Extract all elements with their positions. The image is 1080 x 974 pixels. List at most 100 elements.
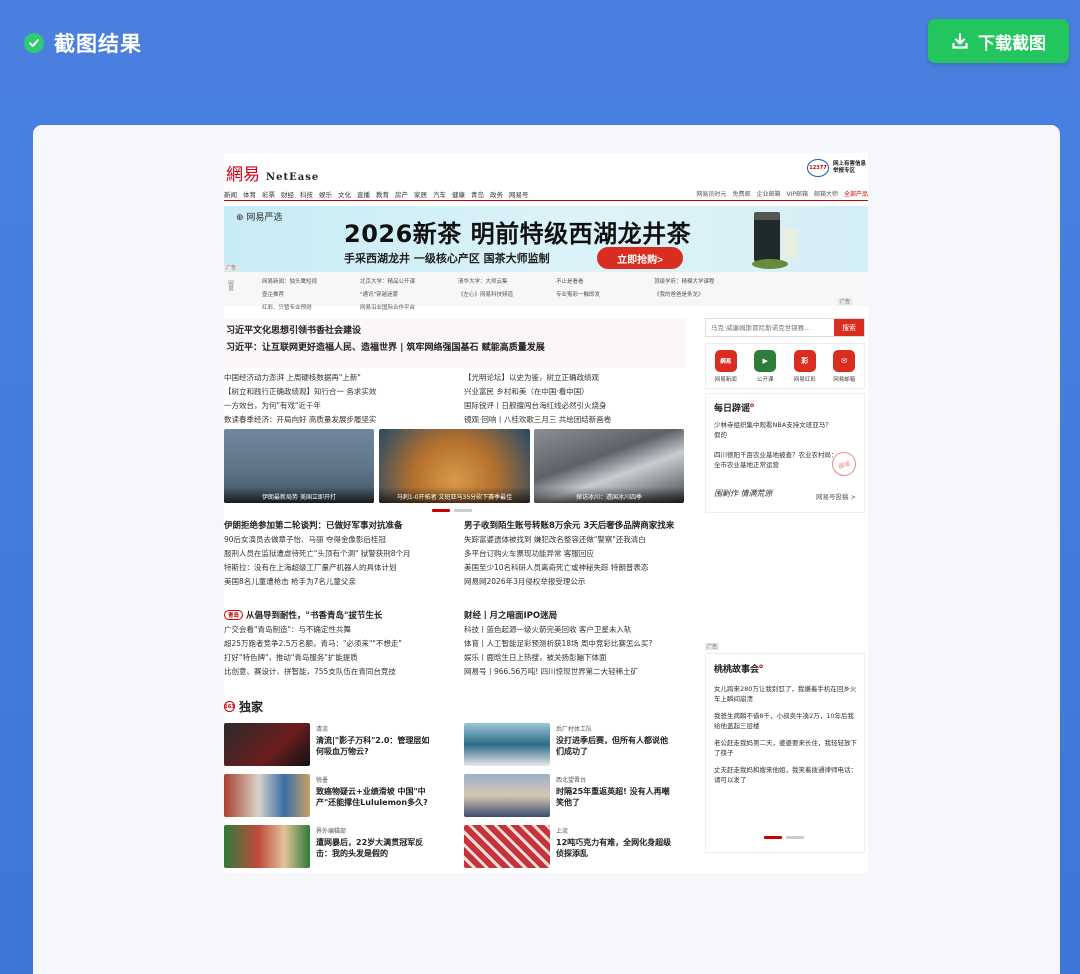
news-link[interactable]: 一方效台，为何"有戏"近千年 <box>224 399 454 413</box>
nav-item[interactable]: 政务 <box>490 189 503 199</box>
nav-item[interactable]: 青岛 <box>471 189 484 199</box>
tea-banner-ad[interactable]: ⊕ 网易严选 2026新茶 明前特级西湖龙井茶 手采西湖龙井 一级核心产区 国茶… <box>224 206 868 272</box>
sponsored-link[interactable]: 《我的爸爸是条龙》 <box>654 290 752 298</box>
nav-item[interactable]: 家居 <box>414 189 427 199</box>
sponsored-link[interactable]: 清华大学：大师云集 <box>458 277 556 285</box>
download-label: 下载截图 <box>978 33 1046 53</box>
news-link[interactable]: 网易网2026年3月侵权举报受理公示 <box>464 575 686 589</box>
news-link[interactable]: 兴业富民 乡村和美（在中国·看中国） <box>464 385 686 399</box>
exclusive-item[interactable]: 清流 清流|"影子万科"2.0：管理层如何吸血万物云? <box>224 723 432 766</box>
app-shortcut[interactable]: ▶ 公开课 <box>754 349 777 383</box>
nav-item[interactable]: 文化 <box>338 189 351 199</box>
sponsored-link[interactable]: 北京大学：精品公开课 <box>360 277 458 285</box>
photo-card[interactable]: 马刺1-0开拓者 文班亚马35分砍下赛季最佳 <box>379 429 530 503</box>
exclusive-headline: 遭网暴后，22岁大满贯冠军反击：我的头发是假的 <box>316 838 424 858</box>
carousel-dot[interactable] <box>454 509 472 512</box>
sponsored-link[interactable]: 网易新闻：独头鹰短视 <box>262 277 360 285</box>
news-link[interactable]: 失踪富婆遗体被找到 嫌犯改名整容还做"警察"还我清白 <box>464 533 686 547</box>
photo-card[interactable]: 探访冰川：透国冰川四季 <box>534 429 684 503</box>
exclusive-item[interactable]: 上流 12吨巧克力有难，全网化身超级侦探添乱 <box>464 825 672 868</box>
nav-item[interactable]: 网易号 <box>509 189 529 199</box>
sponsored-link[interactable]: 网易沿业国际合作平台 <box>360 303 458 311</box>
news-link[interactable]: 【光明论坛】以史为鉴，树立正确政绩观 <box>464 371 686 385</box>
carousel-dot[interactable] <box>786 836 804 839</box>
nav-product-item[interactable]: 企业邮箱 <box>756 189 780 198</box>
sponsored-link[interactable]: "通讯"穿越迷雾 <box>360 290 458 298</box>
nav-item[interactable]: 直播 <box>357 189 370 199</box>
news-link[interactable]: 镜观·回响丨八桂欢歌三月三 共绘团结新画卷 <box>464 413 686 427</box>
app-shortcut[interactable]: 網易 网易新闻 <box>714 349 737 383</box>
story-item[interactable]: 女儿跨来280万让我别怼了，我嫌着手机在回乡火车上瞬间崩溃 <box>714 684 858 704</box>
sponsored-link[interactable]: 壹企推荐 <box>262 290 360 298</box>
nav-item[interactable]: 健康 <box>452 189 465 199</box>
news-link[interactable]: 广交会看"青岛制造"：与不确定性共舞 <box>224 623 454 637</box>
photo-card[interactable]: 伊朗最新局势 美国立即开打 <box>224 429 374 503</box>
exclusive-item[interactable]: 西北望晋台 时隔25年重返英超! 没有人再嘲笑他了 <box>464 774 672 817</box>
sponsored-link[interactable]: 《左心》网易科技频道 <box>458 290 556 298</box>
news-link[interactable]: 国际锐评丨日舰擅闯台海红线必然引火烧身 <box>464 399 686 413</box>
sponsored-link[interactable]: 不止是看看 <box>556 277 654 285</box>
nav-product-item[interactable]: VIP邮箱 <box>786 189 808 198</box>
download-icon <box>952 32 968 49</box>
story-item[interactable]: 老公赶走我妈第二天，婆婆要来长住，我轻轻放下了筷子 <box>714 738 858 758</box>
exclusive-item[interactable]: 锐墨 致癌物疑云+业绩滑坡 中国"中产"还能撑住Lululemon多久? <box>224 774 432 817</box>
nav-item[interactable]: 彩票 <box>262 189 275 199</box>
nav-item[interactable]: 新闻 <box>224 189 237 199</box>
sponsored-link[interactable]: 专业冤彩一触即发 <box>556 290 654 298</box>
headline[interactable]: 习近平：让互联网更好造福人民、造福世界 | 筑牢网络强国基石 赋能高质量发展 <box>226 340 545 353</box>
block-title[interactable]: 男子收到陌生账号转账8万余元 3天后奢侈品牌商家找来 <box>464 519 686 531</box>
news-link[interactable]: 超25万跑者竞争2.5万名额，青马："必须来""不想走" <box>224 637 454 651</box>
search-input[interactable] <box>706 319 834 336</box>
news-link[interactable]: 特斯拉：没有在上海超级工厂量产机器人的具体计划 <box>224 561 454 575</box>
buy-now-button[interactable]: 立即抢购> <box>597 247 683 269</box>
carousel-dot[interactable] <box>432 509 450 512</box>
exclusive-headline: 12吨巧克力有难，全网化身超级侦探添乱 <box>556 838 672 858</box>
news-link[interactable]: 体育丨人工智能足彩预测析获18场 周中竞彩比赛怎么买? <box>464 637 686 651</box>
nav-item[interactable]: 体育 <box>243 189 256 199</box>
block-title[interactable]: 财经丨月之暗面IPO迷局 <box>464 609 686 621</box>
app-shortcut[interactable]: 彩网易红彩 <box>793 349 816 383</box>
rumor-item[interactable]: 四川德阳千亩农业基地被查？农业农村局：全市农业基地正常运营 <box>714 450 842 470</box>
report-zone-link[interactable]: 12377 网上有害信息 举报专区 <box>806 159 866 177</box>
nav-product-item[interactable]: 网易员时元 <box>696 189 726 198</box>
banner-headline: 2026新茶 明前特级西湖龙井茶 <box>344 220 692 248</box>
news-link[interactable]: 服刑人员在监狱遭虐待死亡"头顶有个洞" 狱警获刑8个月 <box>224 547 454 561</box>
nav-product-item[interactable]: 邮箱大师 <box>814 189 838 198</box>
nav-item[interactable]: 财经 <box>281 189 294 199</box>
story-item[interactable]: 我爸生病瞬不借8千，小叔卖牛凑2万，10年后我给他盖起三层楼 <box>714 711 858 731</box>
nav-item[interactable]: 教育 <box>376 189 389 199</box>
news-link[interactable]: 科技丨蓝色起源一级火箭完美回收 客户卫星未入轨 <box>464 623 686 637</box>
news-link[interactable]: 90后女演员去做章子怡、马丽 夺得金像影后桂冠 <box>224 533 454 547</box>
news-link[interactable]: 打好"特色牌"，推动"青岛服务"扩能提质 <box>224 651 454 665</box>
news-link[interactable]: 数读春季经济：开局向好 高质量发展步履坚实 <box>224 413 454 427</box>
netease-logo[interactable]: 網易 NetEase <box>226 160 319 185</box>
app-shortcut[interactable]: ✉ 网易邮箱 <box>833 349 855 383</box>
news-link[interactable]: 多平台订购火车票现功能异常 客服回应 <box>464 547 686 561</box>
sponsored-link[interactable]: 顶级学府：精模大学课程 <box>654 277 752 285</box>
news-link[interactable]: 网易号丨966.56万吨! 四川惊现世界第二大轻稀土矿 <box>464 665 686 679</box>
news-link[interactable]: 中国经济动力澎湃 上周硬核数据再"上新" <box>224 371 454 385</box>
news-link[interactable]: 美国至少10名科研人员离奇死亡或神秘失踪 特朗普表态 <box>464 561 686 575</box>
news-link[interactable]: 比创意、赛设计、拼智能，755支队伍在青同台竞技 <box>224 665 454 679</box>
app-label: 网易新闻 <box>714 376 737 383</box>
sponsored-link[interactable]: 红彩、只管专业预测 <box>262 303 360 311</box>
nav-item[interactable]: 汽车 <box>433 189 446 199</box>
headline[interactable]: 习近平文化思想引领书香社会建设 <box>226 323 361 336</box>
rumor-item[interactable]: 少林寺组织集中观看NBA支持文班亚马？假的 <box>714 420 838 440</box>
nav-product-item[interactable]: 免费邮 <box>732 189 750 198</box>
exclusive-item[interactable]: 界外编辑部 遭网暴后，22岁大满贯冠军反击：我的头发是假的 <box>224 825 432 868</box>
news-link[interactable]: 【树立和践行正确政绩观】知行合一 务求实效 <box>224 385 454 399</box>
nav-item[interactable]: 娱乐 <box>319 189 332 199</box>
carousel-dot[interactable] <box>764 836 782 839</box>
news-link[interactable]: 娱乐丨鹿晗生日上热搜，被关扬彭蹦下体面 <box>464 651 686 665</box>
nav-item[interactable]: 房产 <box>395 189 408 199</box>
nav-product-item[interactable]: 全部产品 <box>844 189 868 198</box>
block-title[interactable]: 伊朗拒绝参加第二轮谈判：已做好军事对抗准备 <box>224 519 454 531</box>
story-item[interactable]: 丈夫赶走我妈和嫂来他姐，我笑着拨通律师电话：请可以发了 <box>714 765 858 785</box>
nav-item[interactable]: 科技 <box>300 189 313 199</box>
download-screenshot-button[interactable]: 下载截图 <box>928 19 1069 63</box>
news-link[interactable]: 美国8名儿童遭枪击 枪手为7名儿童父亲 <box>224 575 454 589</box>
submit-link[interactable]: 网易号投稿 > <box>816 491 856 501</box>
search-button[interactable]: 搜索 <box>834 319 864 336</box>
exclusive-item[interactable]: 后厂村体工队 没打进季后赛，但所有人都说他们成功了 <box>464 723 672 766</box>
